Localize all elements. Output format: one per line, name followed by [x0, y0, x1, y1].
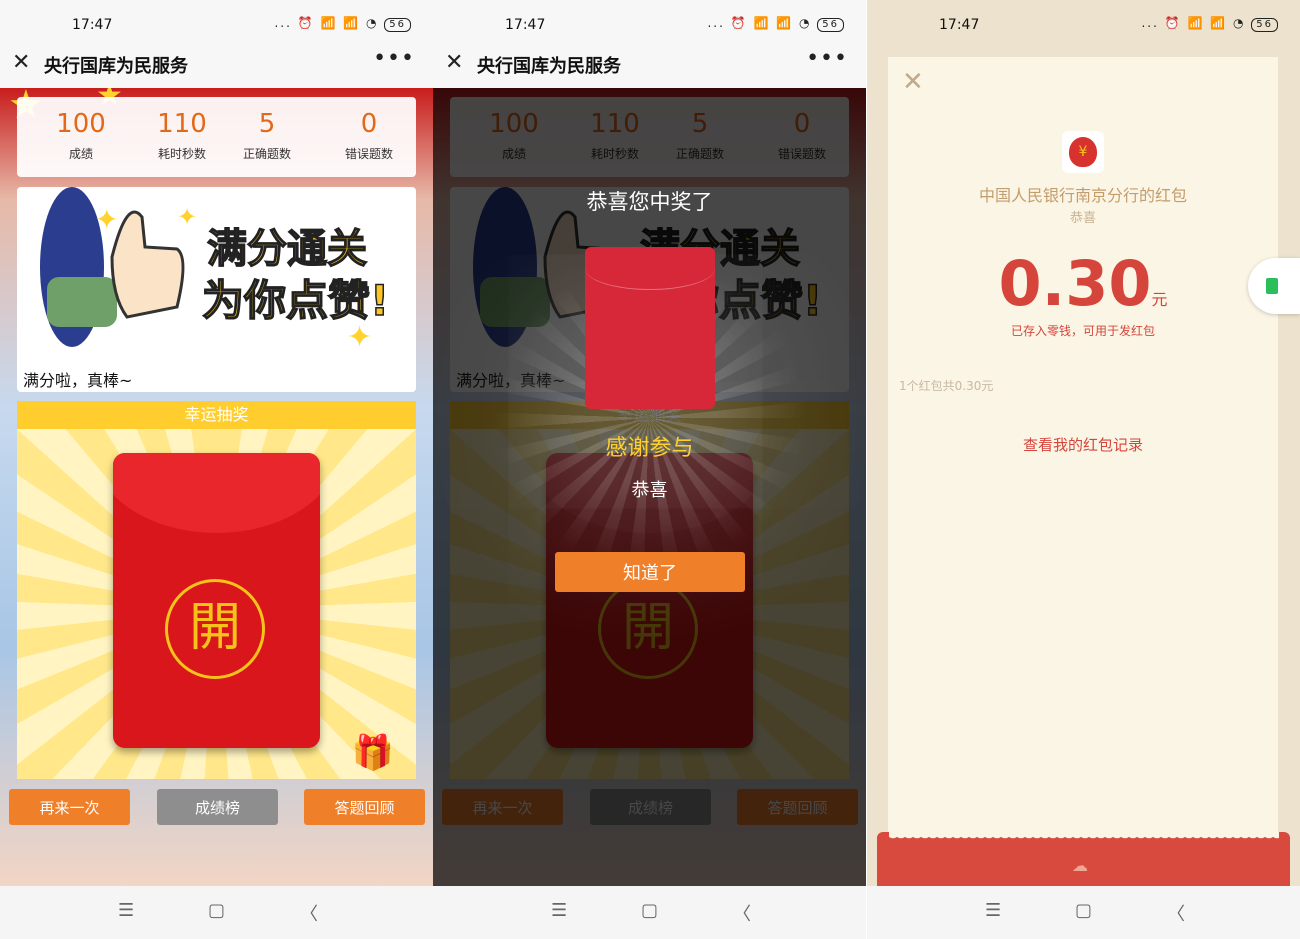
- title-bar: ✕ 央行国库为民服务 •••: [0, 40, 433, 88]
- prize-result-text: 感谢参与: [605, 436, 694, 461]
- leaderboard-button[interactable]: 成绩榜: [157, 789, 278, 825]
- system-nav-bar: ☰ ▢ 〈: [867, 886, 1300, 939]
- saved-to-wallet-note[interactable]: 已存入零钱，可用于发红包: [888, 322, 1278, 339]
- back-icon[interactable]: 〈: [300, 900, 318, 926]
- close-icon[interactable]: ✕: [445, 50, 463, 75]
- more-icon[interactable]: •••: [373, 46, 415, 71]
- red-packet-card: ✕ ¥ 中国人民银行南京分行的红包 恭喜 0.30元 已存入零钱，可用于发红包 …: [888, 57, 1278, 867]
- status-icons: ... ⏰ 📶 📶 ◔ 56: [707, 16, 844, 32]
- status-icons: ... ⏰ 📶 📶 ◔ 56: [274, 16, 411, 32]
- envelope-flap: [113, 453, 320, 533]
- prize-envelope: [585, 247, 715, 409]
- thumbs-up-illustration: ✦ ✦ ✦ 满分通关 为你点赞!: [40, 187, 390, 355]
- page-title: 央行国库为民服务: [477, 56, 621, 77]
- status-time: 17:47: [505, 17, 546, 33]
- battery-icon: 56: [384, 18, 411, 32]
- svg-text:✦: ✦: [347, 320, 372, 355]
- back-icon[interactable]: 〈: [1167, 900, 1185, 926]
- system-nav-bar: ☰ ▢ 〈: [433, 886, 866, 939]
- money-bag-icon: ¥: [1062, 131, 1104, 173]
- stat-wrong: 0错误题数: [344, 109, 393, 161]
- review-answers-button[interactable]: 答题回顾: [304, 789, 425, 825]
- svg-text:✦: ✦: [95, 203, 118, 236]
- open-seal-button[interactable]: 開: [165, 579, 265, 679]
- amount-value: 0.30: [998, 247, 1152, 320]
- status-bar: 17:47 ... ⏰ 📶 📶 ◔ 56: [433, 0, 866, 40]
- stat-score: 100成绩: [56, 109, 106, 161]
- battery-icon: 56: [817, 18, 844, 32]
- cloud-swirl-icon: ☁: [1072, 856, 1088, 875]
- status-icons: ... ⏰ 📶 📶 ◔ 56: [1141, 16, 1278, 32]
- lucky-draw-panel: 幸运抽奖 開 🎁: [17, 401, 416, 779]
- prize-subtext: 恭喜: [631, 480, 668, 501]
- menu-icon[interactable]: ☰: [118, 900, 134, 921]
- quiz-result-content: ★ ★ 100成绩 110耗时秒数 5正确题数 0错误题数 ✦ ✦ ✦ 满分通关…: [0, 88, 433, 886]
- phone-screen-quiz-result: 17:47 ... ⏰ 📶 📶 ◔ 56 ✕ 央行国库为民服务 ••• ★ ★ …: [0, 0, 433, 939]
- banner-message: 满分啦，真棒~: [23, 371, 133, 390]
- status-time: 17:47: [939, 17, 980, 33]
- system-nav-bar: ☰ ▢ 〈: [0, 886, 433, 939]
- banner-line1: 满分通关: [207, 226, 367, 272]
- banner-line2: 为你点赞!: [202, 276, 389, 325]
- retry-button[interactable]: 再来一次: [9, 789, 130, 825]
- status-bar: 17:47 ... ⏰ 📶 📶 ◔ 56: [867, 0, 1300, 40]
- stat-correct: 5正确题数: [242, 109, 291, 161]
- document-icon: [1266, 278, 1278, 294]
- status-bar: 17:47 ... ⏰ 📶 📶 ◔ 56: [0, 0, 433, 40]
- more-icon[interactable]: •••: [806, 46, 848, 71]
- scalloped-edge: [889, 832, 1279, 852]
- phone-screen-red-packet-detail: 17:47 ... ⏰ 📶 📶 ◔ 56 ✕ ¥ 中国人民银行南京分行的红包 恭…: [867, 0, 1300, 939]
- gift-box-icon: 🎁: [351, 733, 394, 773]
- lucky-draw-header: 幸运抽奖: [17, 401, 416, 429]
- got-it-button[interactable]: 知道了: [555, 552, 745, 592]
- phone-screen-prize-modal: 17:47 ... ⏰ 📶 📶 ◔ 56 ✕ 央行国库为民服务 ••• 100成…: [433, 0, 866, 939]
- back-icon[interactable]: 〈: [733, 900, 751, 926]
- view-records-link[interactable]: 查看我的红包记录: [888, 434, 1278, 455]
- amount-display: 0.30元: [888, 247, 1278, 320]
- battery-icon: 56: [1251, 18, 1278, 32]
- menu-icon[interactable]: ☰: [985, 900, 1001, 921]
- home-icon[interactable]: ▢: [641, 900, 658, 921]
- svg-text:✦: ✦: [177, 203, 197, 231]
- packet-summary: 1个红包共0.30元: [899, 379, 994, 393]
- home-icon[interactable]: ▢: [1075, 900, 1092, 921]
- title-bar: ✕ 央行国库为民服务 •••: [433, 40, 866, 88]
- home-icon[interactable]: ▢: [208, 900, 225, 921]
- red-packet-base: ☁: [877, 832, 1290, 886]
- close-icon[interactable]: ✕: [902, 67, 924, 97]
- menu-icon[interactable]: ☰: [551, 900, 567, 921]
- sender-name: 中国人民银行南京分行的红包: [978, 186, 1187, 205]
- close-icon[interactable]: ✕: [12, 50, 30, 75]
- prize-modal-title: 恭喜您中奖了: [586, 190, 713, 214]
- full-score-banner: ✦ ✦ ✦ 满分通关 为你点赞! 满分啦，真棒~: [17, 187, 416, 392]
- amount-unit: 元: [1151, 290, 1168, 309]
- status-time: 17:47: [72, 17, 113, 33]
- floating-document-button[interactable]: [1248, 258, 1300, 314]
- page-title: 央行国库为民服务: [44, 56, 188, 77]
- blessing-text: 恭喜: [1069, 211, 1096, 226]
- red-envelope[interactable]: 開: [113, 453, 320, 748]
- score-stats: 100成绩 110耗时秒数 5正确题数 0错误题数: [17, 97, 416, 177]
